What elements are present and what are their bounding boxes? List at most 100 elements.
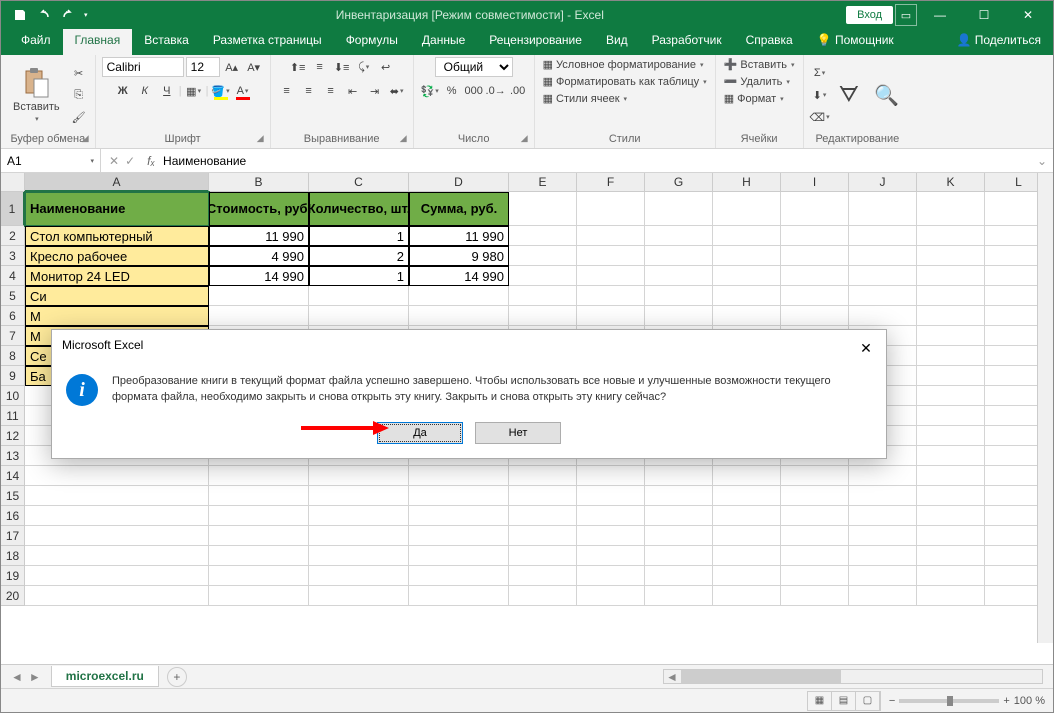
cell[interactable] [409,466,509,486]
zoom-in-icon[interactable]: + [1003,695,1009,707]
cell[interactable] [577,192,645,226]
tab-view[interactable]: Вид [594,29,640,55]
cell[interactable] [917,226,985,246]
row-header-1[interactable]: 1 [1,192,25,226]
row-header-12[interactable]: 12 [1,426,25,446]
zoom-out-icon[interactable]: − [889,695,895,707]
select-all-button[interactable] [1,173,25,192]
cell[interactable] [509,486,577,506]
increase-indent-icon[interactable]: ⇥ [365,81,385,101]
cell[interactable] [781,226,849,246]
cell[interactable] [917,366,985,386]
cell[interactable] [713,466,781,486]
share-button[interactable]: 👤 Поделиться [944,29,1053,55]
cell[interactable] [577,266,645,286]
cell[interactable] [577,246,645,266]
row-header-8[interactable]: 8 [1,346,25,366]
no-button[interactable]: Нет [475,422,561,444]
cell[interactable] [849,192,917,226]
page-break-view-icon[interactable]: ▢ [856,692,880,710]
minimize-icon[interactable]: — [919,1,961,29]
cell[interactable]: М [25,306,209,326]
cell[interactable] [509,192,577,226]
dialog-launcher-icon[interactable]: ◢ [82,133,89,144]
cell[interactable] [409,306,509,326]
cell[interactable]: 11 990 [409,226,509,246]
clear-icon[interactable]: ⌫▾ [810,107,830,127]
row-header-17[interactable]: 17 [1,526,25,546]
save-icon[interactable] [11,6,29,24]
row-header-10[interactable]: 10 [1,386,25,406]
underline-button[interactable]: Ч [157,81,177,101]
row-header-19[interactable]: 19 [1,566,25,586]
close-icon[interactable]: ✕ [1007,1,1049,29]
row-header-6[interactable]: 6 [1,306,25,326]
fx-icon[interactable]: fₓ [143,154,159,168]
cell[interactable] [781,192,849,226]
cell[interactable] [209,306,309,326]
zoom-value[interactable]: 100 % [1014,695,1045,707]
cell[interactable] [713,586,781,606]
cell[interactable] [781,486,849,506]
cell[interactable] [309,466,409,486]
cell[interactable] [781,546,849,566]
cell[interactable] [645,266,713,286]
cell[interactable] [713,286,781,306]
cell[interactable] [917,266,985,286]
percent-icon[interactable]: % [442,81,462,101]
row-header-13[interactable]: 13 [1,446,25,466]
cell[interactable] [409,586,509,606]
cell[interactable] [917,566,985,586]
cell[interactable] [849,246,917,266]
cell[interactable]: Си [25,286,209,306]
dec-decimal-icon[interactable]: .00 [508,81,528,101]
cell[interactable] [849,586,917,606]
cell-styles-button[interactable]: ▦ Стили ячеек▾ [541,91,629,106]
prev-sheet-icon[interactable]: ◄ [11,670,23,684]
number-format-select[interactable]: Общий [435,57,513,77]
cell[interactable] [713,486,781,506]
cell[interactable]: 14 990 [209,266,309,286]
row-header-15[interactable]: 15 [1,486,25,506]
cell[interactable] [713,306,781,326]
row-header-2[interactable]: 2 [1,226,25,246]
new-sheet-icon[interactable]: + [167,667,187,687]
cell[interactable]: Стоимость, руб. [209,192,309,226]
cell[interactable]: 1 [309,266,409,286]
format-cells-button[interactable]: ▦ Формат▾ [722,91,786,106]
cell[interactable] [577,546,645,566]
cell[interactable] [509,266,577,286]
fill-color-icon[interactable]: 🪣▾ [211,81,231,101]
cell[interactable] [713,246,781,266]
comma-icon[interactable]: 000 [464,81,484,101]
cancel-formula-icon[interactable]: ✕ [109,154,119,168]
delete-cells-button[interactable]: ➖ Удалить▾ [722,74,792,89]
font-name-select[interactable] [102,57,184,77]
row-header-18[interactable]: 18 [1,546,25,566]
fill-icon[interactable]: ⬇▾ [810,85,830,105]
col-header-I[interactable]: I [781,173,849,192]
cell[interactable] [917,286,985,306]
format-as-table-button[interactable]: ▦ Форматировать как таблицу▾ [541,74,709,89]
row-header-9[interactable]: 9 [1,366,25,386]
cell[interactable] [577,286,645,306]
page-layout-view-icon[interactable]: ▤ [832,692,856,710]
tab-layout[interactable]: Разметка страницы [201,29,334,55]
cell[interactable] [781,566,849,586]
cell[interactable] [577,226,645,246]
cell[interactable] [917,306,985,326]
cell[interactable] [209,486,309,506]
cut-icon[interactable]: ✂ [69,63,89,83]
cell[interactable] [781,286,849,306]
cell[interactable] [849,266,917,286]
cell[interactable] [917,586,985,606]
formula-input[interactable] [159,154,1031,168]
tab-help[interactable]: Справка [734,29,805,55]
cell[interactable] [713,192,781,226]
cell[interactable] [713,566,781,586]
orientation-icon[interactable]: ⤹▾ [354,57,374,77]
cell[interactable] [917,346,985,366]
cell[interactable] [849,566,917,586]
tab-data[interactable]: Данные [410,29,477,55]
row-header-14[interactable]: 14 [1,466,25,486]
